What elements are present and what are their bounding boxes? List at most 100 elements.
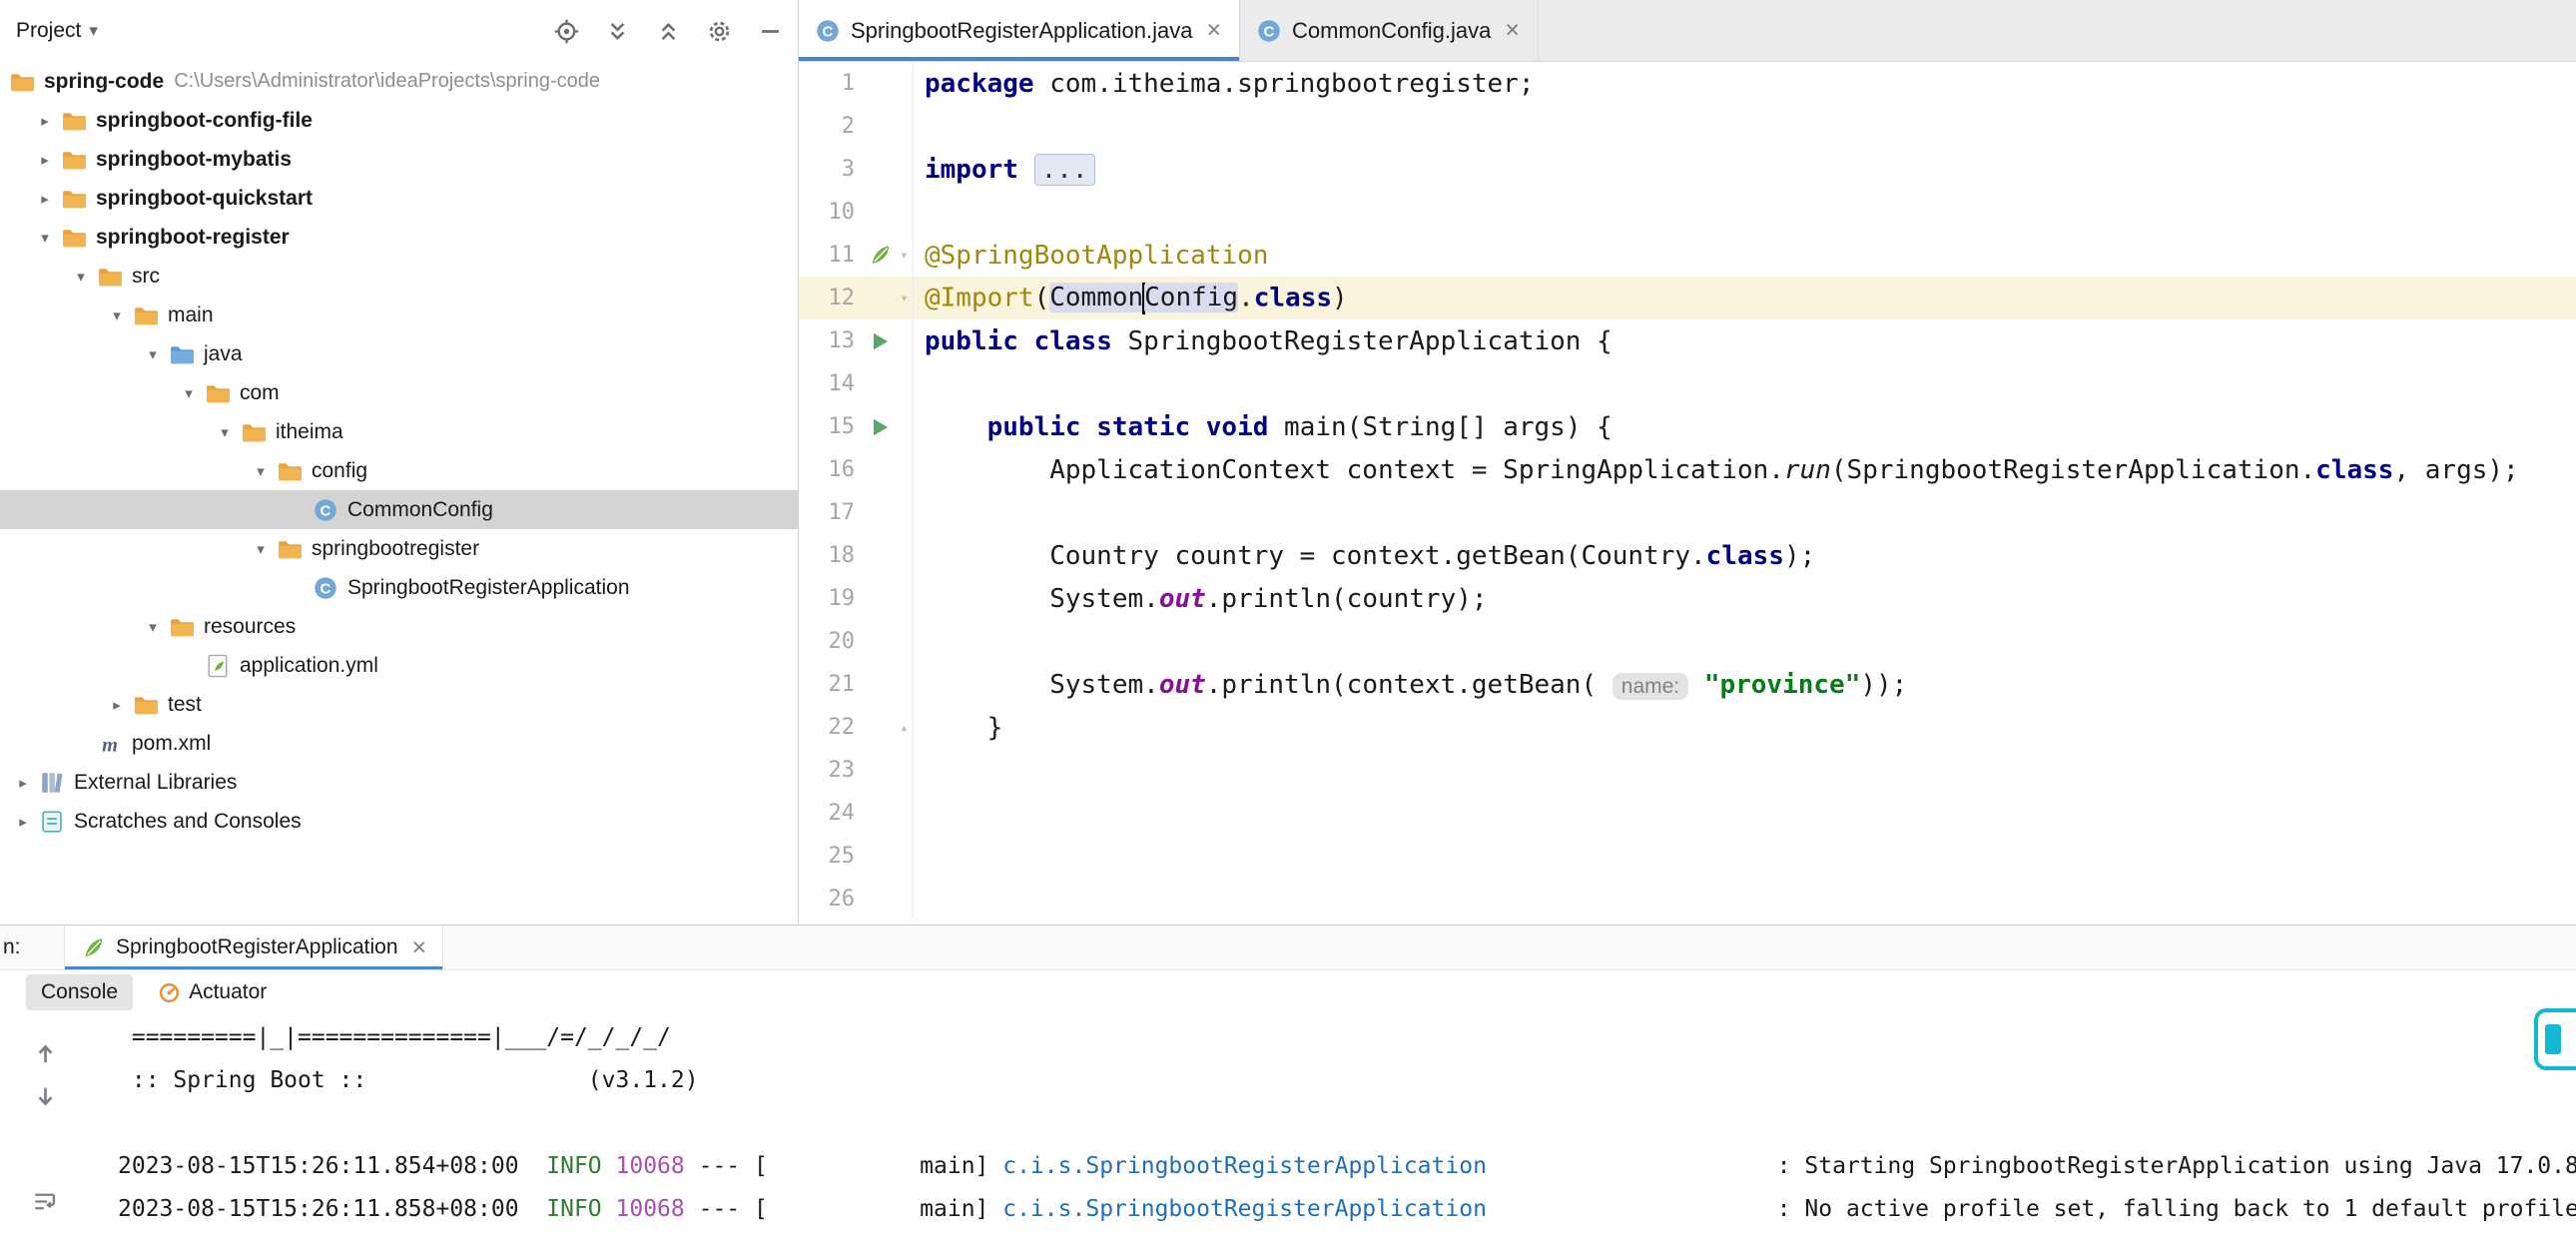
code-line-20[interactable]: 20 <box>799 620 2576 663</box>
tree-item-resources[interactable]: ▾resources <box>0 607 798 646</box>
close-icon[interactable]: × <box>1505 18 1520 43</box>
tab-label: Console <box>41 980 118 1004</box>
tree-item-springboot-quickstart[interactable]: ▸springboot-quickstart <box>0 179 798 218</box>
chevron-right-icon[interactable]: ▸ <box>8 813 38 831</box>
settings-gear-icon[interactable] <box>706 18 733 45</box>
floating-widget[interactable] <box>2534 1008 2576 1070</box>
spring-bean-icon[interactable] <box>863 243 897 268</box>
tree-item-spring-code[interactable]: spring-codeC:\Users\Administrator\ideaPr… <box>0 62 798 101</box>
tab-commonconfig-java[interactable]: C CommonConfig.java × <box>1240 0 1539 61</box>
run-icon[interactable] <box>863 329 897 353</box>
chevron-right-icon[interactable]: ▸ <box>8 774 38 792</box>
tree-item-java[interactable]: ▾java <box>0 334 798 373</box>
code-token: System. <box>925 670 1159 700</box>
tree-item-scratches-and-consoles[interactable]: ▸Scratches and Consoles <box>0 802 798 841</box>
chevron-down-icon[interactable]: ▾ <box>246 540 276 558</box>
code-line-11[interactable]: 11▾@SpringBootApplication <box>799 234 2576 277</box>
chevron-down-icon[interactable]: ▾ <box>138 345 168 363</box>
code-token <box>1190 412 1206 442</box>
project-panel-title[interactable]: Project <box>16 19 81 43</box>
locate-file-icon[interactable] <box>553 18 580 45</box>
chevron-down-icon[interactable]: ▾ <box>246 462 276 480</box>
tree-item-external-libraries[interactable]: ▸External Libraries <box>0 763 798 802</box>
fold-marker-icon[interactable]: ▾ <box>897 291 912 307</box>
code-line-16[interactable]: 16 ApplicationContext context = SpringAp… <box>799 448 2576 491</box>
fold-marker-icon[interactable]: ▴ <box>897 720 912 736</box>
chevron-down-icon[interactable]: ▾ <box>30 229 60 247</box>
soft-wrap-icon[interactable] <box>32 1188 59 1215</box>
tree-item-com[interactable]: ▾com <box>0 373 798 412</box>
run-tab[interactable]: SpringbootRegisterApplication × <box>64 926 443 969</box>
code-line-14[interactable]: 14 <box>799 362 2576 405</box>
code-token: import <box>925 155 1018 185</box>
hide-panel-icon[interactable] <box>757 18 784 45</box>
tree-item-springboot-register[interactable]: ▾springboot-register <box>0 218 798 257</box>
tab-actuator[interactable]: Actuator <box>143 974 282 1010</box>
tree-item-pom-xml[interactable]: mpom.xml <box>0 724 798 763</box>
code-line-21[interactable]: 21 System.out.println(context.getBean( n… <box>799 663 2576 706</box>
tree-item-src[interactable]: ▾src <box>0 257 798 296</box>
tree-item-test[interactable]: ▸test <box>0 685 798 724</box>
code-line-18[interactable]: 18 Country country = context.getBean(Cou… <box>799 534 2576 577</box>
editor-gutter: 17 <box>799 491 914 534</box>
editor-gutter: 3 <box>799 148 914 191</box>
code-line-19[interactable]: 19 System.out.println(country); <box>799 577 2576 620</box>
collapse-all-icon[interactable] <box>655 18 682 45</box>
code-line-17[interactable]: 17 <box>799 491 2576 534</box>
line-number: 3 <box>803 157 855 182</box>
code-line-24[interactable]: 24 <box>799 792 2576 835</box>
tree-item-SpringbootRegisterApplication[interactable]: CSpringbootRegisterApplication <box>0 568 798 607</box>
expand-all-icon[interactable] <box>604 18 631 45</box>
tree-item-springbootregister[interactable]: ▾springbootregister <box>0 529 798 568</box>
code-line-13[interactable]: 13public class SpringbootRegisterApplica… <box>799 319 2576 362</box>
code-token: void <box>1206 412 1269 442</box>
code-token: public <box>987 412 1081 442</box>
editor-tab-label: CommonConfig.java <box>1292 18 1491 44</box>
chevron-down-icon[interactable]: ▾ <box>89 21 98 41</box>
fold-marker-icon[interactable]: ▾ <box>897 248 912 264</box>
folder-blue-icon <box>168 340 195 367</box>
chevron-down-icon[interactable]: ▾ <box>210 423 240 441</box>
down-arrow-icon[interactable] <box>32 1083 59 1110</box>
code-line-10[interactable]: 10 <box>799 191 2576 234</box>
code-line-22[interactable]: 22▴ } <box>799 706 2576 749</box>
tree-item-config[interactable]: ▾config <box>0 451 798 490</box>
code-editor[interactable]: 1package com.itheima.springbootregister;… <box>799 62 2576 925</box>
close-icon[interactable]: × <box>412 935 427 960</box>
code-line-25[interactable]: 25 <box>799 835 2576 878</box>
code-line-12[interactable]: 12▾@Import(CommonConfig.class) <box>799 277 2576 319</box>
code-line-23[interactable]: 23 <box>799 749 2576 792</box>
chevron-down-icon[interactable]: ▾ <box>138 618 168 636</box>
up-arrow-icon[interactable] <box>32 1040 59 1067</box>
chevron-down-icon[interactable]: ▾ <box>66 268 96 286</box>
tree-item-application-yml[interactable]: application.yml <box>0 646 798 685</box>
code-line-1[interactable]: 1package com.itheima.springbootregister; <box>799 62 2576 105</box>
code-line-15[interactable]: 15 public static void main(String[] args… <box>799 405 2576 448</box>
tree-item-itheima[interactable]: ▾itheima <box>0 412 798 451</box>
chevron-right-icon[interactable]: ▸ <box>30 112 60 130</box>
code-token: package <box>925 69 1034 99</box>
code-line-2[interactable]: 2 <box>799 105 2576 148</box>
tree-item-main[interactable]: ▾main <box>0 296 798 334</box>
tree-item-springboot-mybatis[interactable]: ▸springboot-mybatis <box>0 140 798 179</box>
editor-gutter: 26 <box>799 878 914 921</box>
chevron-down-icon[interactable]: ▾ <box>102 307 132 324</box>
library-icon <box>38 769 65 796</box>
tree-item-springboot-config-file[interactable]: ▸springboot-config-file <box>0 101 798 140</box>
chevron-right-icon[interactable]: ▸ <box>102 696 132 714</box>
code-token: SpringbootRegisterApplication { <box>1112 326 1612 356</box>
log-token: c.i.s.SpringbootRegisterApplication <box>1002 1196 1487 1222</box>
chevron-right-icon[interactable]: ▸ <box>30 190 60 208</box>
console-output[interactable]: =========|_|==============|___/=/_/_/_/ … <box>90 1014 2576 1239</box>
code-line-3[interactable]: 3import ... <box>799 148 2576 191</box>
chevron-right-icon[interactable]: ▸ <box>30 151 60 169</box>
tree-item-CommonConfig[interactable]: CCommonConfig <box>0 490 798 529</box>
run-icon[interactable] <box>863 415 897 439</box>
line-number: 13 <box>803 328 855 353</box>
tab-console[interactable]: Console <box>26 974 133 1010</box>
close-icon[interactable]: × <box>1206 18 1221 43</box>
code-line-26[interactable]: 26 <box>799 878 2576 921</box>
editor-gutter: 21 <box>799 663 914 706</box>
chevron-down-icon[interactable]: ▾ <box>174 384 204 402</box>
tab-springbootregisterapplication-java[interactable]: C SpringbootRegisterApplication.java × <box>799 0 1240 61</box>
